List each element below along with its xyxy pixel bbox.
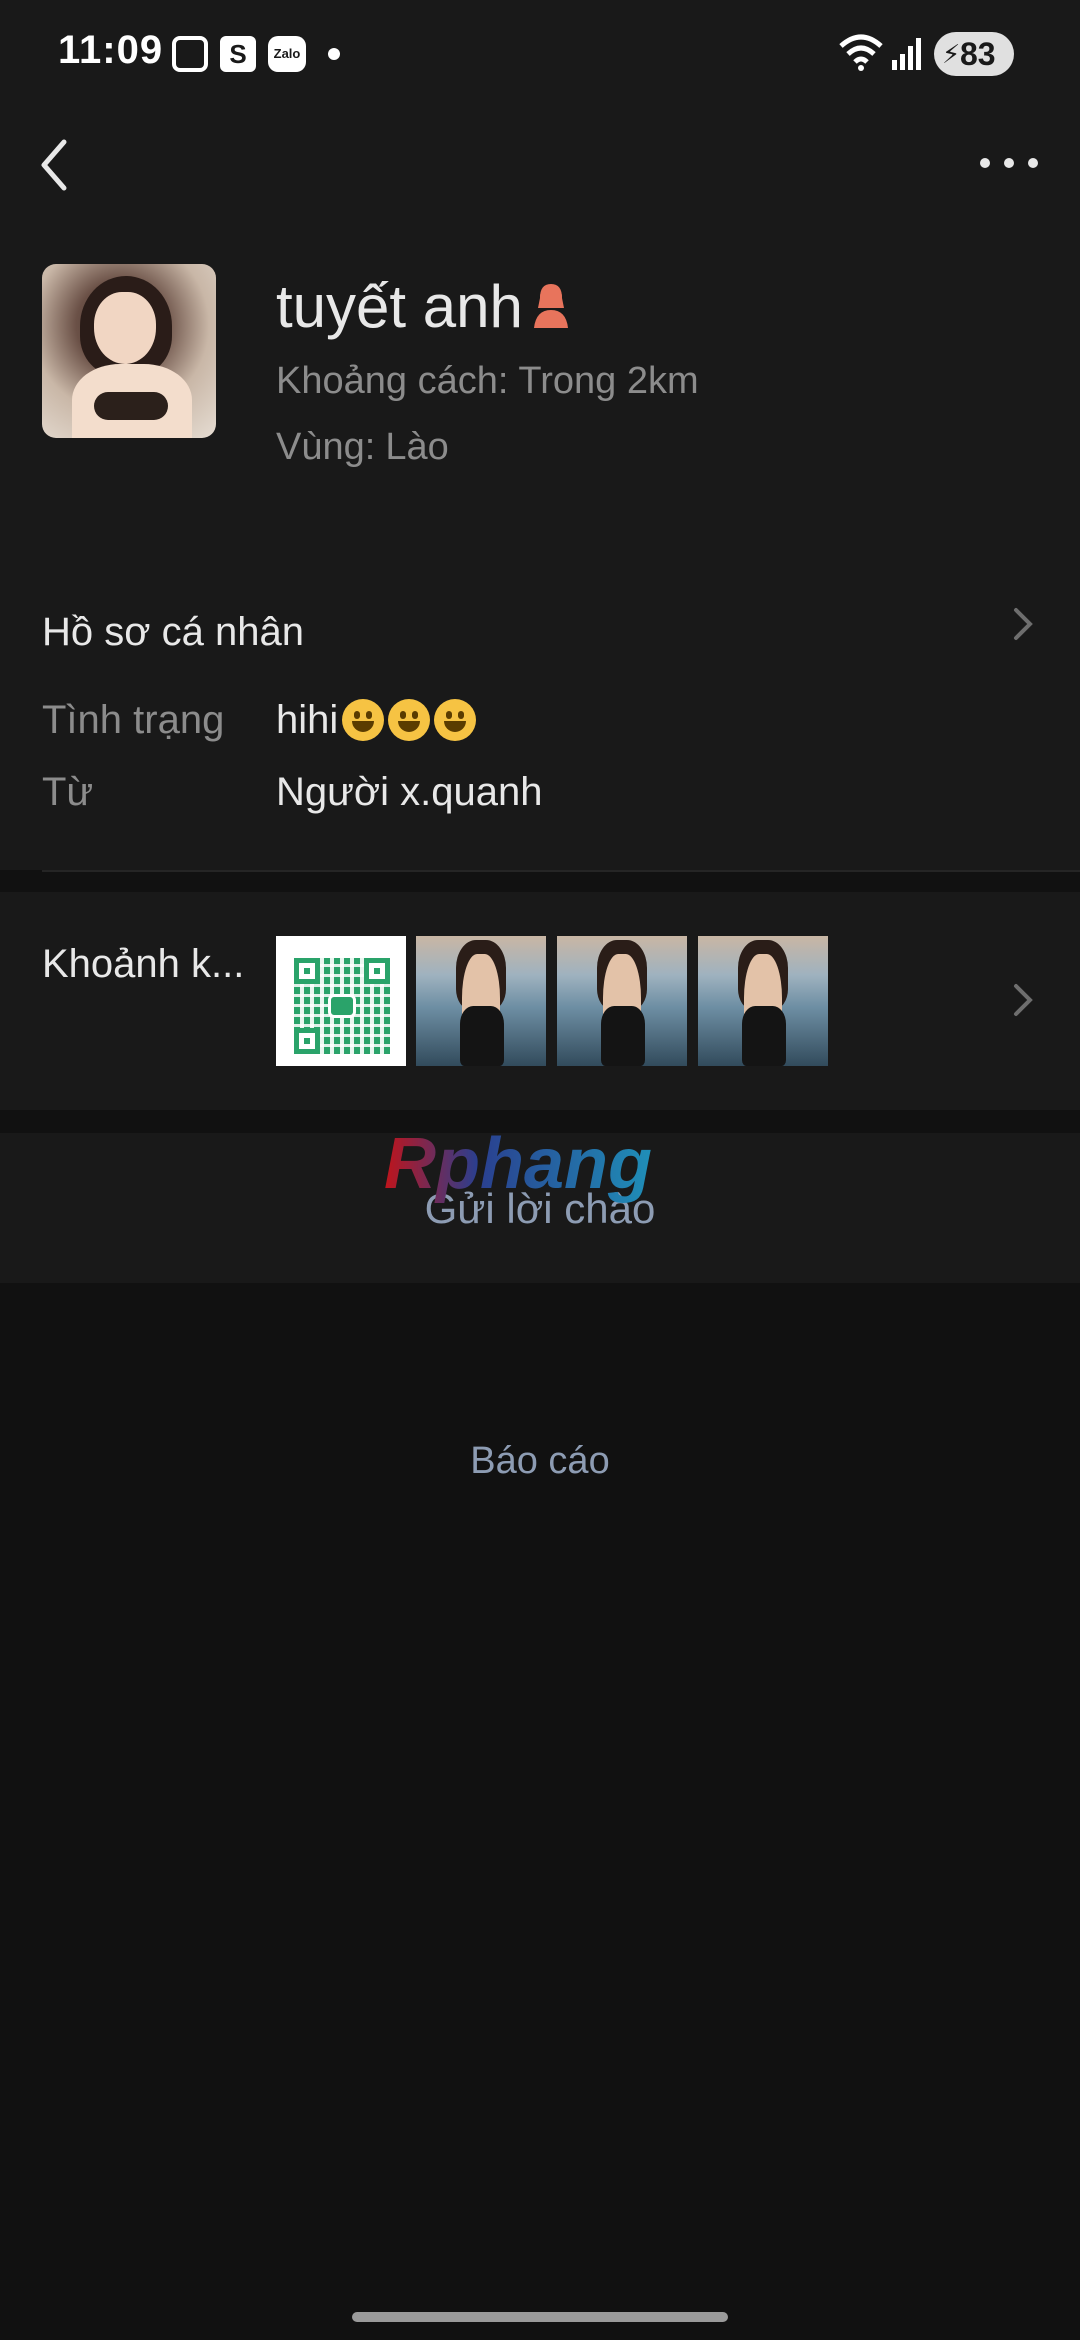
screenshot-icon xyxy=(172,36,208,72)
status-value-row: hihi xyxy=(276,698,477,743)
personal-profile-section[interactable]: Hồ sơ cá nhân Tình trạng hihi Từ Người x… xyxy=(0,560,1080,870)
region-value: Lào xyxy=(385,426,449,468)
status-value: hihi xyxy=(276,698,339,742)
source-value: Người x.quanh xyxy=(276,770,543,814)
grinning-emoji-icon xyxy=(388,699,431,741)
more-options-icon[interactable] xyxy=(970,144,1050,184)
svg-text:Rphang: Rphang xyxy=(384,1126,652,1204)
chevron-right-icon[interactable] xyxy=(1010,980,1036,1020)
moments-section[interactable]: Khoảnh k... xyxy=(0,892,1080,1110)
charging-icon: ⚡ xyxy=(942,39,961,69)
distance-label: Khoảng cách: xyxy=(276,360,509,402)
battery-level: 83 xyxy=(960,36,996,72)
signal-icon xyxy=(892,38,921,70)
back-arrow-icon[interactable] xyxy=(30,130,90,200)
moment-thumbnail-photo[interactable] xyxy=(416,936,546,1066)
moment-thumbnail-photo[interactable] xyxy=(557,936,687,1066)
profile-header: tuyết anh Khoảng cách: Trong 2km Vùng: Lào xyxy=(0,260,1080,560)
distance-info: Khoảng cách: Trong 2km xyxy=(276,360,699,403)
status-bar: 11:09 S Zalo ⚡ 83 xyxy=(0,0,1080,110)
distance-value: Trong 2km xyxy=(518,360,699,402)
female-user-icon xyxy=(534,284,568,328)
watermark-logo: Rphang xyxy=(384,1126,652,1204)
status-time: 11:09 xyxy=(58,28,164,72)
grinning-emoji-icon xyxy=(342,699,385,741)
moments-label: Khoảnh k... xyxy=(42,942,245,986)
report-link[interactable]: Báo cáo xyxy=(0,1440,1080,1483)
divider xyxy=(42,870,1080,872)
grinning-emoji-icon xyxy=(434,699,477,741)
source-label: Từ xyxy=(42,770,94,814)
region-label: Vùng: xyxy=(276,426,376,468)
status-label: Tình trạng xyxy=(42,698,225,742)
battery-indicator: ⚡ 83 xyxy=(934,32,1014,76)
avatar[interactable] xyxy=(42,264,216,438)
zalo-icon: Zalo xyxy=(268,36,306,72)
home-indicator[interactable] xyxy=(352,2312,728,2322)
moment-thumbnail-qr[interactable] xyxy=(276,936,406,1066)
chevron-right-icon[interactable] xyxy=(1010,604,1036,644)
top-nav-bar xyxy=(0,110,1080,260)
region-info: Vùng: Lào xyxy=(276,426,449,469)
personal-profile-title: Hồ sơ cá nhân xyxy=(42,610,304,654)
profile-name: tuyết anh xyxy=(276,273,523,340)
wifi-icon xyxy=(839,34,883,71)
notification-dot-icon xyxy=(328,48,340,60)
shopee-icon: S xyxy=(220,36,256,72)
moment-thumbnail-photo[interactable] xyxy=(698,936,828,1066)
